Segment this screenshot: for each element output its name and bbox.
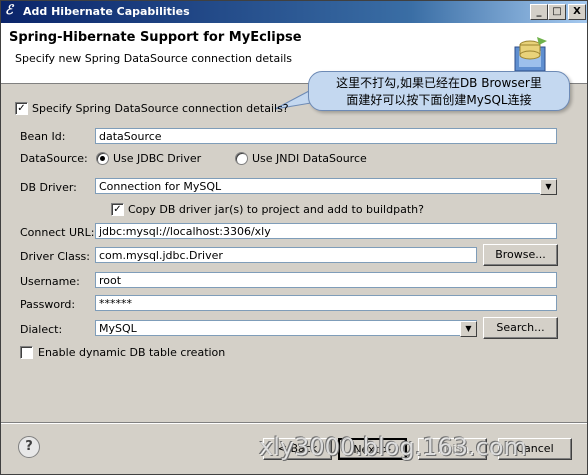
help-icon[interactable]: ? xyxy=(18,436,40,458)
window-title: Add Hibernate Capabilities xyxy=(23,5,190,18)
jdbc-driver-label: Use JDBC Driver xyxy=(113,152,202,165)
db-driver-dropdown-arrow[interactable]: ▼ xyxy=(540,179,557,195)
username-label: Username: xyxy=(20,275,80,288)
footer-separator xyxy=(1,422,587,424)
database-wizard-icon xyxy=(514,37,547,72)
jdbc-driver-radio[interactable] xyxy=(96,152,109,165)
db-driver-select[interactable]: Connection for MySQL xyxy=(95,178,557,194)
specify-datasource-checkbox[interactable]: ✓ xyxy=(15,102,28,115)
dynamic-table-checkbox[interactable] xyxy=(20,346,33,359)
copy-jar-label: Copy DB driver jar(s) to project and add… xyxy=(128,203,424,216)
annotation-callout: 这里不打勾,如果已经在DB Browser里 面建好可以按下面创建MySQL连接 xyxy=(308,71,570,111)
specify-datasource-label: Specify Spring DataSource connection det… xyxy=(32,102,289,115)
jndi-datasource-radio[interactable] xyxy=(235,152,248,165)
username-input[interactable]: root xyxy=(95,272,557,288)
wizard-title: Spring-Hibernate Support for MyEclipse xyxy=(9,30,302,45)
close-button[interactable]: X xyxy=(568,4,586,20)
callout-line-1: 这里不打勾,如果已经在DB Browser里 xyxy=(336,76,542,90)
dynamic-table-label: Enable dynamic DB table creation xyxy=(38,346,226,359)
minimize-button[interactable]: _ xyxy=(530,4,548,20)
bean-id-label: Bean Id: xyxy=(20,130,66,143)
driver-class-input[interactable]: com.mysql.jdbc.Driver xyxy=(95,247,477,263)
copy-jar-checkbox[interactable]: ✓ xyxy=(111,203,124,216)
blog-watermark: xly3000.blog.163.com xyxy=(259,433,527,461)
dialect-dropdown-arrow[interactable]: ▼ xyxy=(460,321,477,337)
jndi-datasource-label: Use JNDI DataSource xyxy=(252,152,367,165)
dialog-window: ℰ Add Hibernate Capabilities _ □ X Sprin… xyxy=(0,0,588,475)
dialect-select[interactable]: MySQL xyxy=(95,320,477,336)
maximize-button[interactable]: □ xyxy=(548,4,566,20)
password-label: Password: xyxy=(20,298,76,311)
radio-selected-dot xyxy=(100,156,105,161)
eclipse-icon: ℰ xyxy=(5,3,13,18)
datasource-label: DataSource: xyxy=(20,152,88,165)
wizard-subtitle: Specify new Spring DataSource connection… xyxy=(15,52,293,65)
bean-id-input[interactable]: dataSource xyxy=(95,128,557,144)
db-driver-label: DB Driver: xyxy=(20,181,77,194)
title-bar[interactable]: ℰ Add Hibernate Capabilities _ □ X xyxy=(1,1,587,23)
callout-line-2: 面建好可以按下面创建MySQL连接 xyxy=(346,93,532,107)
connect-url-label: Connect URL: xyxy=(20,226,95,239)
browse-button[interactable]: Browse... xyxy=(483,244,558,266)
search-button[interactable]: Search... xyxy=(483,317,558,339)
connect-url-input[interactable]: jdbc:mysql://localhost:3306/xly xyxy=(95,223,557,239)
dialect-label: Dialect: xyxy=(20,323,63,336)
password-input[interactable]: ****** xyxy=(95,295,557,311)
driver-class-label: Driver Class: xyxy=(20,250,90,263)
